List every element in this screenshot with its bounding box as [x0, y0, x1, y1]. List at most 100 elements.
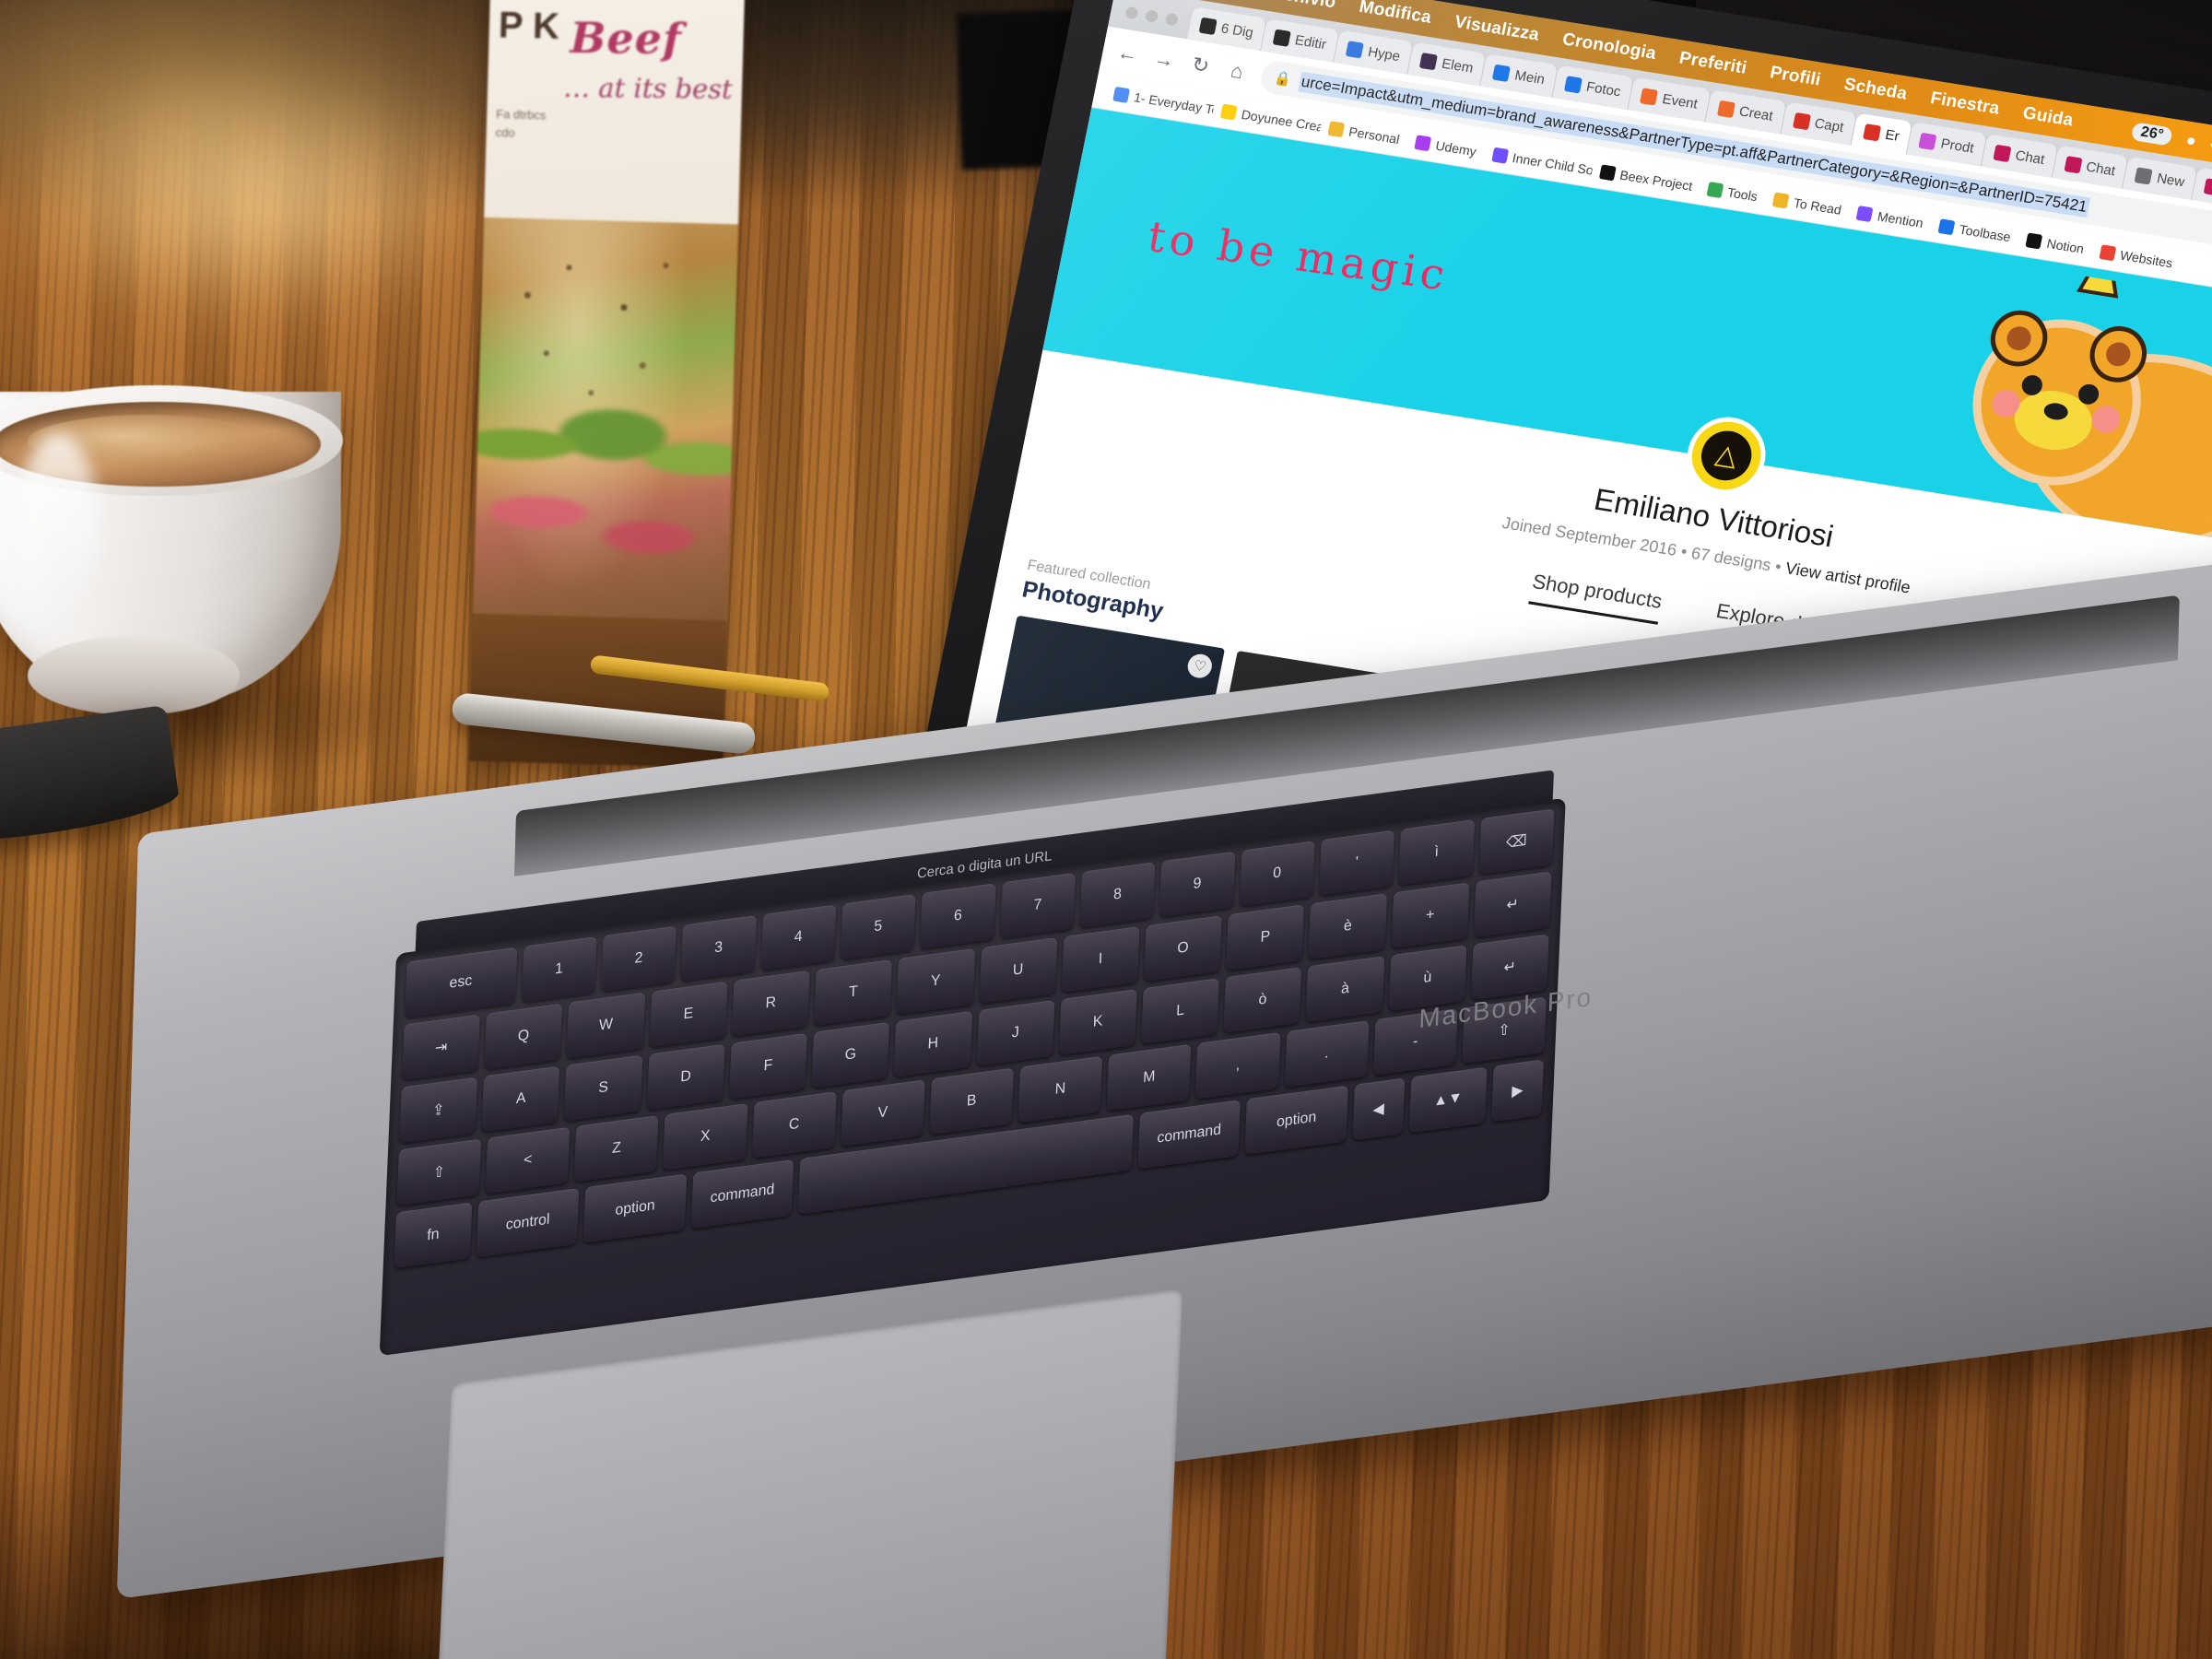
close-button[interactable] [1124, 6, 1139, 20]
key-G[interactable]: G [811, 1021, 890, 1088]
tab-favicon-icon [1640, 87, 1659, 106]
key-E[interactable]: E [649, 981, 728, 1048]
key-K[interactable]: K [1058, 989, 1137, 1055]
menu-item-archivio[interactable]: Archivio [1263, 0, 1337, 13]
bookmark-item[interactable]: Inner Child So… [1483, 146, 1594, 177]
menu-item-finestra[interactable]: Finestra [1928, 88, 2002, 120]
bookmark-item[interactable]: Mention [1848, 204, 1933, 231]
key-⌫[interactable]: ⌫ [1478, 808, 1555, 875]
key-▲▼[interactable]: ▲▼ [1408, 1066, 1488, 1134]
key-option[interactable]: option [1244, 1085, 1348, 1156]
bookmark-favicon-icon [1414, 134, 1432, 151]
menu-item-cronologia[interactable]: Cronologia [1560, 29, 1657, 65]
bookmark-favicon-icon [1490, 147, 1509, 164]
key-▶[interactable]: ▶ [1490, 1059, 1545, 1123]
key-N[interactable]: N [1018, 1055, 1103, 1124]
menu-item-preferiti[interactable]: Preferiti [1677, 48, 1748, 78]
key-D[interactable]: D [646, 1043, 725, 1111]
key-I[interactable]: I [1061, 926, 1140, 993]
key-'[interactable]: ' [1319, 830, 1395, 897]
key-↵[interactable]: ↵ [1473, 871, 1552, 938]
tab-shop-products[interactable]: Shop products [1527, 569, 1665, 625]
menu-item-visualizza[interactable]: Visualizza [1453, 12, 1541, 45]
key-B[interactable]: B [929, 1067, 1015, 1135]
scene-root: P K Fa dtrbcs cdo Beef … at its best  C… [0, 0, 2212, 1659]
dropbox-icon[interactable]: ● [2184, 130, 2198, 150]
key-è[interactable]: è [1308, 893, 1387, 960]
key-0[interactable]: 0 [1239, 841, 1315, 907]
tab-favicon-icon [1492, 64, 1512, 82]
key-.[interactable]: . [1284, 1020, 1370, 1088]
key-command[interactable]: command [1137, 1100, 1241, 1170]
bookmark-item[interactable]: Notion [2018, 230, 2094, 256]
menu-item-modifica[interactable]: Modifica [1358, 0, 1433, 29]
key-à[interactable]: à [1305, 956, 1384, 1023]
zoom-button[interactable] [1164, 12, 1180, 27]
key-control[interactable]: control [476, 1187, 580, 1258]
key-C[interactable]: C [751, 1091, 837, 1159]
tab-label: Er [1884, 126, 1901, 145]
key-X[interactable]: X [663, 1103, 748, 1171]
reload-icon[interactable]: ↻ [1186, 52, 1215, 79]
bookmark-item[interactable]: Personal [1320, 119, 1409, 147]
key-T[interactable]: T [814, 959, 893, 1026]
key-7[interactable]: 7 [999, 872, 1076, 939]
key-P[interactable]: P [1226, 904, 1305, 971]
key-ì[interactable]: ì [1398, 818, 1475, 886]
back-arrow-icon[interactable]: ← [1113, 41, 1142, 68]
key-O[interactable]: O [1143, 915, 1222, 982]
key-+[interactable]: + [1391, 882, 1470, 949]
key-6[interactable]: 6 [920, 883, 996, 949]
home-icon[interactable]: ⌂ [1223, 58, 1252, 86]
bookmark-item[interactable]: Websites [2090, 242, 2182, 271]
key-R[interactable]: R [731, 970, 810, 1037]
forward-arrow-icon[interactable]: → [1150, 46, 1179, 74]
key-⇥[interactable]: ⇥ [402, 1014, 481, 1081]
key-Y[interactable]: Y [896, 947, 975, 1015]
key-H[interactable]: H [893, 1010, 972, 1077]
bookmark-favicon-icon [1219, 102, 1238, 121]
key-3[interactable]: 3 [680, 914, 757, 982]
heart-icon[interactable]: ♡ [1185, 652, 1215, 680]
key-J[interactable]: J [976, 999, 1055, 1066]
key-W[interactable]: W [566, 992, 645, 1059]
key-option[interactable]: option [583, 1173, 688, 1243]
menu-item-guida[interactable]: Guida [2021, 103, 2075, 131]
key-⇪[interactable]: ⇪ [399, 1077, 478, 1144]
key-M[interactable]: M [1106, 1043, 1192, 1112]
bookmark-item[interactable]: Doyunee Creat… [1212, 102, 1323, 134]
key-F[interactable]: F [728, 1032, 807, 1100]
key-Q[interactable]: Q [484, 1003, 563, 1070]
key-<[interactable]: < [485, 1126, 571, 1194]
key-2[interactable]: 2 [600, 925, 677, 993]
key-fn[interactable]: fn [394, 1202, 473, 1269]
minimize-button[interactable] [1144, 9, 1159, 23]
bookmark-label: Notion [2045, 235, 2086, 256]
key-9[interactable]: 9 [1159, 851, 1236, 918]
key-A[interactable]: A [481, 1065, 560, 1133]
key-◀[interactable]: ◀ [1352, 1077, 1406, 1141]
key-L[interactable]: L [1141, 978, 1220, 1044]
key-1[interactable]: 1 [521, 936, 597, 1003]
key-8[interactable]: 8 [1079, 862, 1156, 928]
bookmark-item[interactable]: To Read [1764, 190, 1851, 218]
key-5[interactable]: 5 [840, 893, 916, 960]
key-S[interactable]: S [564, 1054, 643, 1122]
key-command[interactable]: command [690, 1159, 794, 1230]
tab-label: Chat [2084, 159, 2117, 179]
key-4[interactable]: 4 [760, 904, 837, 971]
key-esc[interactable]: esc [404, 947, 517, 1018]
key-V[interactable]: V [840, 1079, 925, 1147]
key-U[interactable]: U [979, 937, 1058, 1004]
weather-status[interactable]: 26° [2130, 122, 2174, 147]
menu-item-scheda[interactable]: Scheda [1842, 75, 1909, 104]
bookmark-item[interactable]: Tools [1698, 180, 1767, 205]
key-,[interactable]: , [1195, 1031, 1281, 1100]
tab-label: Elem [1440, 55, 1475, 76]
key-Z[interactable]: Z [573, 1114, 659, 1182]
menu-item-profili[interactable]: Profili [1768, 63, 1823, 90]
bookmark-item[interactable]: Udemy [1406, 133, 1487, 159]
bookmark-item[interactable]: Toolbase [1930, 217, 2020, 245]
key-ò[interactable]: ò [1223, 967, 1302, 1034]
key-⇧[interactable]: ⇧ [396, 1138, 482, 1206]
